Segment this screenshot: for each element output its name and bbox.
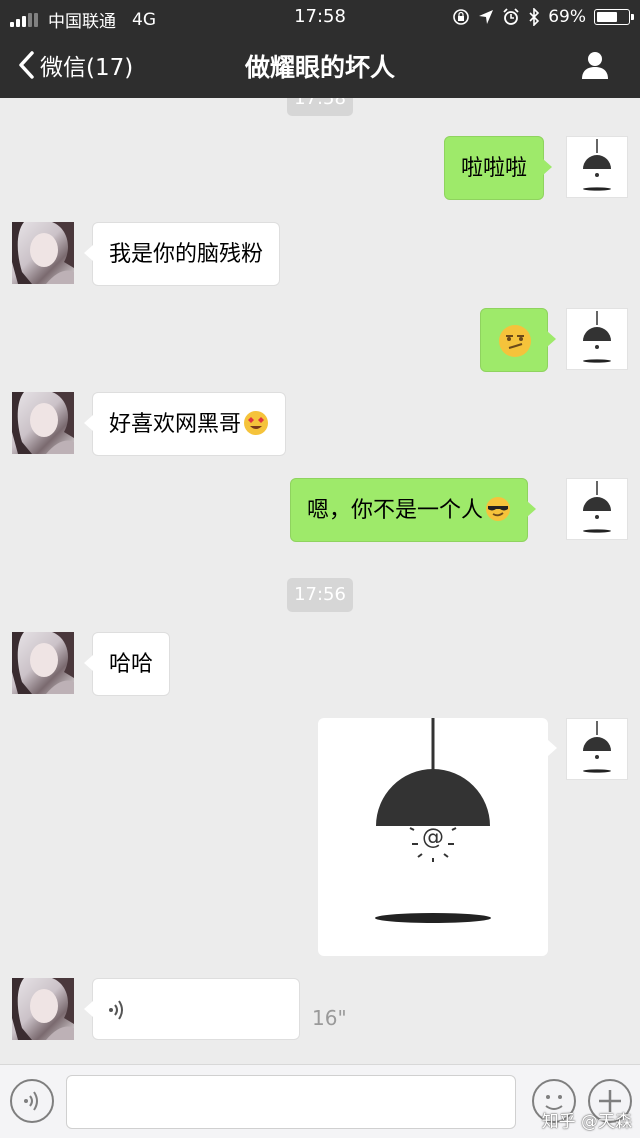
message-bubble-outgoing[interactable] — [480, 308, 556, 372]
lamp-icon — [583, 481, 611, 533]
status-bar: 中国联通 4G 17:58 69% — [0, 0, 640, 34]
message-text: 好喜欢网黑哥 — [109, 412, 242, 437]
contact-avatar[interactable] — [12, 392, 74, 454]
battery-icon — [594, 9, 634, 25]
contact-avatar[interactable] — [12, 222, 74, 284]
smirk-emoji-icon — [499, 325, 531, 357]
alarm-icon — [503, 8, 519, 25]
message-bubble-incoming[interactable]: 好喜欢网黑哥 — [83, 392, 287, 456]
sunglasses-emoji-icon — [486, 497, 511, 521]
back-label: 微信(17) — [40, 55, 134, 81]
rotation-lock-icon — [453, 9, 470, 25]
bluetooth-icon — [529, 8, 540, 26]
heart-eyes-emoji-icon — [244, 411, 269, 435]
timestamp: 17:56 — [287, 578, 353, 612]
message-bubble-outgoing[interactable]: 嗯，你不是一个人 — [290, 478, 537, 542]
contact-avatar[interactable] — [12, 978, 74, 1040]
lamp-icon — [583, 721, 611, 773]
message-bubble-incoming[interactable]: 哈哈 — [83, 632, 171, 696]
lamp-icon — [583, 311, 611, 363]
location-icon — [479, 10, 494, 24]
self-avatar[interactable] — [566, 136, 628, 198]
self-avatar[interactable] — [566, 478, 628, 540]
voice-wave-icon — [109, 1000, 123, 1020]
voice-toggle-button[interactable] — [10, 1079, 54, 1123]
contact-avatar[interactable] — [12, 632, 74, 694]
voice-duration: 16" — [312, 1006, 347, 1030]
svg-text:@: @ — [422, 825, 444, 850]
voice-message[interactable] — [84, 978, 300, 1040]
self-avatar[interactable] — [566, 718, 628, 780]
message-bubble-incoming[interactable]: 我是你的脑残粉 — [83, 222, 281, 286]
input-bar: 知乎 @天森 — [0, 1064, 640, 1138]
message-bubble-outgoing[interactable]: 啦啦啦 — [444, 136, 553, 200]
image-message[interactable]: @ — [318, 718, 557, 956]
person-icon[interactable] — [580, 50, 610, 80]
lamp-icon — [583, 139, 611, 191]
chat-area[interactable]: 17:58 啦啦啦 我是你的脑残粉 好喜欢网黑哥 嗯，你不是一个人 17:56 … — [0, 98, 640, 1064]
message-input[interactable] — [66, 1075, 516, 1129]
nav-bar: 微信(17) 做耀眼的坏人 — [0, 34, 640, 98]
lamp-image: @ — [375, 718, 491, 923]
timestamp: 17:58 — [287, 98, 353, 116]
watermark: 知乎 @天森 — [541, 1112, 632, 1132]
chevron-left-icon — [19, 51, 34, 79]
voice-icon — [24, 1091, 38, 1111]
message-text: 嗯，你不是一个人 — [307, 498, 484, 523]
back-button[interactable]: 微信(17) — [18, 48, 133, 82]
battery-percent: 69% — [548, 7, 586, 27]
self-avatar[interactable] — [566, 308, 628, 370]
